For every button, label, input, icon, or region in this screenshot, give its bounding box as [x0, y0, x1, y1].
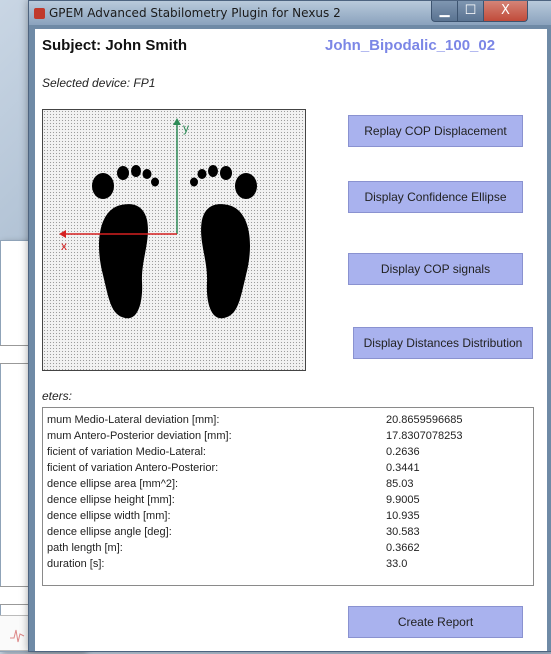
- parameter-row: mum Medio-Lateral deviation [mm]: 20.865…: [43, 414, 533, 428]
- close-button[interactable]: X: [483, 1, 528, 22]
- background-chart-thumbnail: [0, 615, 31, 651]
- parameter-row: dence ellipse angle [deg]: 30.583: [43, 526, 533, 540]
- parameter-label: mum Antero-Posterior deviation [mm]:: [47, 430, 232, 442]
- parameter-label: dence ellipse height [mm]:: [47, 494, 175, 506]
- display-cop-signals-button[interactable]: Display COP signals: [348, 253, 523, 285]
- right-footprint-icon: [190, 165, 257, 319]
- parameter-value: 20.8659596685: [386, 414, 463, 426]
- parameter-value: 30.583: [386, 526, 420, 538]
- left-footprint-icon: [92, 165, 159, 319]
- parameter-row: path length [m]: 0.3662: [43, 542, 533, 556]
- window-title: GPEM Advanced Stabilometry Plugin for Ne…: [49, 6, 341, 20]
- parameter-value: 0.3441: [386, 462, 420, 474]
- parameter-label: dence ellipse angle [deg]:: [47, 526, 172, 538]
- parameter-value: 10.935: [386, 510, 420, 522]
- parameter-row: dence ellipse width [mm]: 10.935: [43, 510, 533, 524]
- display-confidence-ellipse-button[interactable]: Display Confidence Ellipse: [348, 181, 523, 213]
- parameter-row: duration [s]: 33.0: [43, 558, 533, 572]
- parameter-label: dence ellipse area [mm^2]:: [47, 478, 179, 490]
- parameter-label: mum Medio-Lateral deviation [mm]:: [47, 414, 220, 426]
- parameter-label: dence ellipse width [mm]:: [47, 510, 171, 522]
- parameter-row: dence ellipse height [mm]: 9.9005: [43, 494, 533, 508]
- parameter-label: path length [m]:: [47, 542, 123, 554]
- parameters-label: eters:: [42, 389, 73, 403]
- subject-title: Subject: John Smith: [42, 37, 188, 54]
- parameter-row: dence ellipse area [mm^2]: 85.03: [43, 478, 533, 492]
- maximize-button[interactable]: ☐: [457, 1, 484, 22]
- window-content: Subject: John Smith John_Bipodalic_100_0…: [35, 29, 547, 651]
- parameter-value: 85.03: [386, 478, 414, 490]
- axis-y-arrow: [173, 118, 181, 234]
- axis-x-label: x: [61, 239, 67, 253]
- background-signal-icon: [10, 629, 25, 643]
- parameter-row: ficient of variation Antero-Posterior: 0…: [43, 462, 533, 476]
- parameter-value: 17.8307078253: [386, 430, 463, 442]
- app-icon: [34, 8, 45, 19]
- parameters-list[interactable]: mum Medio-Lateral deviation [mm]: 20.865…: [42, 407, 534, 586]
- replay-cop-displacement-button[interactable]: Replay COP Displacement: [348, 115, 523, 147]
- parameter-value: 0.3662: [386, 542, 420, 554]
- parameter-label: ficient of variation Medio-Lateral:: [47, 446, 206, 458]
- minimize-button[interactable]: ▁: [431, 1, 458, 22]
- create-report-button[interactable]: Create Report: [348, 606, 523, 638]
- plugin-window: GPEM Advanced Stabilometry Plugin for Ne…: [28, 0, 551, 652]
- parameter-row: ficient of variation Medio-Lateral: 0.26…: [43, 446, 533, 460]
- display-distances-distribution-button[interactable]: Display Distances Distribution: [353, 327, 533, 359]
- parameter-label: ficient of variation Antero-Posterior:: [47, 462, 219, 474]
- parameter-value: 33.0: [386, 558, 408, 570]
- force-plate-view: y x: [42, 109, 306, 371]
- parameter-value: 9.9005: [386, 494, 420, 506]
- parameter-row: mum Antero-Posterior deviation [mm]: 17.…: [43, 430, 533, 444]
- trial-name: John_Bipodalic_100_02: [325, 37, 496, 54]
- selected-device-label: Selected device: FP1: [42, 76, 156, 90]
- parameter-label: duration [s]:: [47, 558, 105, 570]
- parameter-value: 0.2636: [386, 446, 420, 458]
- title-bar[interactable]: GPEM Advanced Stabilometry Plugin for Ne…: [29, 1, 551, 25]
- axis-y-label: y: [183, 121, 189, 135]
